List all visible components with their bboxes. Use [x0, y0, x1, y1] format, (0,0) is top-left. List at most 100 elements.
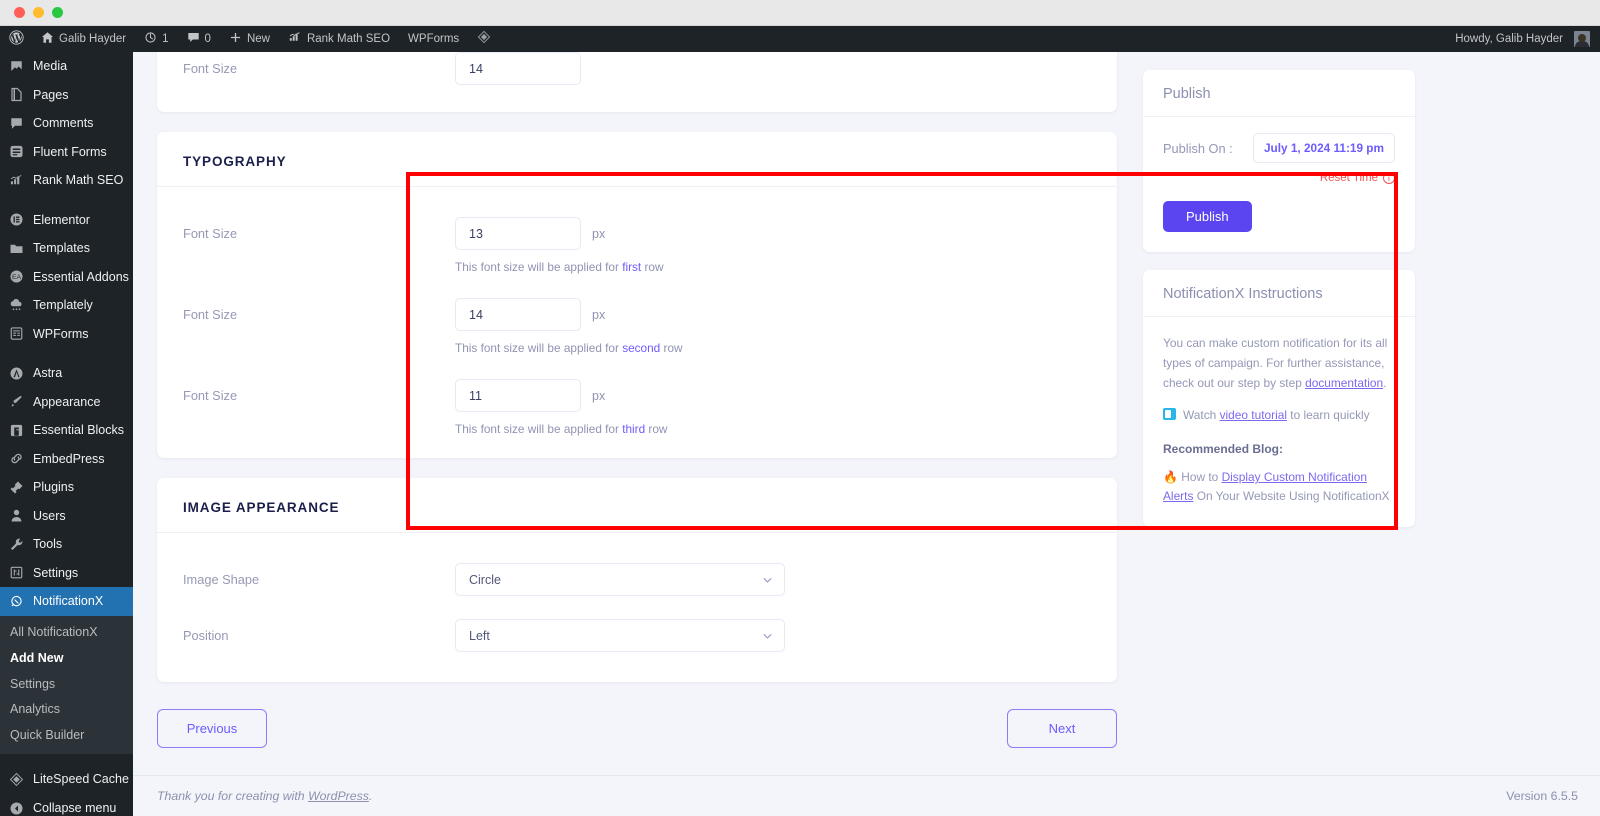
sidebar-label: Templates [33, 242, 90, 255]
window-close-button[interactable] [14, 7, 25, 18]
previous-button[interactable]: Previous [157, 709, 267, 748]
font-size-input-first[interactable] [455, 217, 581, 250]
templately-icon [8, 297, 24, 313]
new-content-menu[interactable]: New [220, 26, 279, 52]
recommended-blog-line: 🔥 How to Display Custom Notification Ale… [1163, 468, 1395, 507]
image-shape-label: Image Shape [183, 563, 455, 587]
sidebar-label: Elementor [33, 214, 90, 227]
sidebar-item-essential-addons[interactable]: EA Essential Addons [0, 263, 133, 292]
sidebar-item-media[interactable]: Media [0, 52, 133, 81]
sidebar-item-tools[interactable]: Tools [0, 530, 133, 559]
account-menu[interactable]: Howdy, Galib Hayder [1446, 26, 1600, 52]
sidebar-item-users[interactable]: Users [0, 502, 133, 531]
sidebar-label: Media [33, 60, 67, 73]
submenu-item-quick-builder[interactable]: Quick Builder [0, 723, 133, 749]
font-size-input-second[interactable] [455, 298, 581, 331]
position-select[interactable]: Left [455, 619, 785, 652]
sidebar-item-collapse-menu[interactable]: Collapse menu [0, 794, 133, 816]
sidebar-label: Tools [33, 538, 62, 551]
sidebar-item-astra[interactable]: Astra [0, 359, 133, 388]
window-maximize-button[interactable] [52, 7, 63, 18]
litespeed-menu[interactable] [468, 26, 500, 52]
plus-icon [229, 31, 242, 48]
notificationx-submenu: All NotificationX Add New Settings Analy… [0, 616, 133, 755]
hint-emphasis: third [622, 422, 645, 436]
wordpress-icon [9, 30, 24, 49]
svg-text:EA: EA [11, 274, 21, 281]
submenu-item-add-new[interactable]: Add New [0, 645, 133, 671]
sidebar-separator [0, 754, 133, 765]
comments-icon [8, 115, 24, 131]
sidebar-item-templately[interactable]: Templately [0, 291, 133, 320]
window-minimize-button[interactable] [33, 7, 44, 18]
notificationx-icon [8, 593, 24, 609]
video-text-after: to learn quickly [1287, 408, 1370, 422]
wordpress-link[interactable]: WordPress [308, 789, 369, 803]
pages-icon [8, 87, 24, 103]
updates-menu[interactable]: 1 [135, 26, 177, 52]
blog-text-before: How to [1181, 470, 1221, 484]
sidebar-separator [0, 348, 133, 359]
hint-text-before: This font size will be applied for [455, 422, 622, 436]
font-size-label-second: Font Size [183, 298, 455, 322]
sidebar-item-embedpress[interactable]: EmbedPress [0, 445, 133, 474]
settings-column: Font Size TYPOGRAPHY [157, 52, 1117, 775]
reset-time-button[interactable]: Reset Time i [1163, 172, 1395, 184]
site-name-menu[interactable]: Galib Hayder [32, 26, 135, 52]
sidebar-panels-column: Publish Publish On : July 1, 2024 11:19 … [1143, 52, 1415, 775]
sidebar-label: LiteSpeed Cache [33, 773, 129, 786]
sidebar-item-litespeed-cache[interactable]: LiteSpeed Cache [0, 765, 133, 794]
sidebar-item-essential-blocks[interactable]: Essential Blocks [0, 416, 133, 445]
instructions-panel: NotificationX Instructions You can make … [1143, 270, 1415, 527]
video-tutorial-link[interactable]: video tutorial [1220, 408, 1287, 422]
image-shape-select-wrapper[interactable]: Circle [455, 563, 785, 596]
submenu-item-analytics[interactable]: Analytics [0, 697, 133, 723]
publish-date-field[interactable]: July 1, 2024 11:19 pm [1253, 133, 1395, 163]
sidebar-item-notificationx[interactable]: NotificationX [0, 587, 133, 616]
sidebar-item-plugins[interactable]: Plugins [0, 473, 133, 502]
next-button[interactable]: Next [1007, 709, 1117, 748]
sidebar-label: Settings [33, 567, 78, 580]
settings-icon [8, 565, 24, 581]
submenu-item-settings[interactable]: Settings [0, 671, 133, 697]
partial-font-size-input[interactable] [455, 52, 581, 85]
admin-layout: Media Pages Comments Fluent Forms Rank M [0, 52, 1600, 816]
publish-button[interactable]: Publish [1163, 201, 1252, 232]
image-appearance-title: IMAGE APPEARANCE [183, 500, 1091, 515]
sidebar-item-comments[interactable]: Comments [0, 109, 133, 138]
sidebar-item-templates[interactable]: Templates [0, 234, 133, 263]
submenu-item-all-notificationx[interactable]: All NotificationX [0, 620, 133, 646]
templates-icon [8, 240, 24, 256]
position-select-wrapper[interactable]: Left [455, 619, 785, 652]
sidebar-item-elementor[interactable]: Elementor [0, 206, 133, 235]
font-size-input-third[interactable] [455, 379, 581, 412]
essential-addons-icon: EA [8, 269, 24, 285]
wpforms-icon [8, 326, 24, 342]
collapse-icon [8, 800, 24, 816]
comments-menu[interactable]: 0 [178, 26, 220, 52]
sidebar-item-settings[interactable]: Settings [0, 559, 133, 588]
wordpress-logo-button[interactable] [0, 26, 32, 52]
sidebar-item-appearance[interactable]: Appearance [0, 388, 133, 417]
hint-emphasis: first [622, 260, 641, 274]
sidebar-item-fluent-forms[interactable]: Fluent Forms [0, 138, 133, 167]
sidebar-item-wpforms[interactable]: WPForms [0, 320, 133, 349]
wp-admin-bar: Galib Hayder 1 0 New Rank Math SEO WPFor… [0, 26, 1600, 52]
rank-math-label: Rank Math SEO [307, 33, 390, 45]
image-shape-select[interactable]: Circle [455, 563, 785, 596]
documentation-link[interactable]: documentation [1305, 376, 1383, 390]
sidebar-item-pages[interactable]: Pages [0, 81, 133, 110]
admin-sidebar: Media Pages Comments Fluent Forms Rank M [0, 52, 133, 816]
typography-card-header: TYPOGRAPHY [157, 132, 1117, 187]
window-title-bar [0, 0, 1600, 26]
font-size-unit-second: px [592, 308, 605, 322]
sidebar-label: NotificationX [33, 595, 103, 608]
previous-section-card-partial: Font Size [157, 52, 1117, 112]
astra-icon [8, 365, 24, 381]
sidebar-label: WPForms [33, 328, 89, 341]
rank-math-menu[interactable]: Rank Math SEO [279, 26, 399, 52]
typography-card: TYPOGRAPHY Font Size px This font size w… [157, 132, 1117, 458]
sidebar-item-rank-math-seo[interactable]: Rank Math SEO [0, 166, 133, 195]
wpforms-menu[interactable]: WPForms [399, 26, 468, 52]
wizard-navigation: Previous Next [157, 709, 1117, 748]
